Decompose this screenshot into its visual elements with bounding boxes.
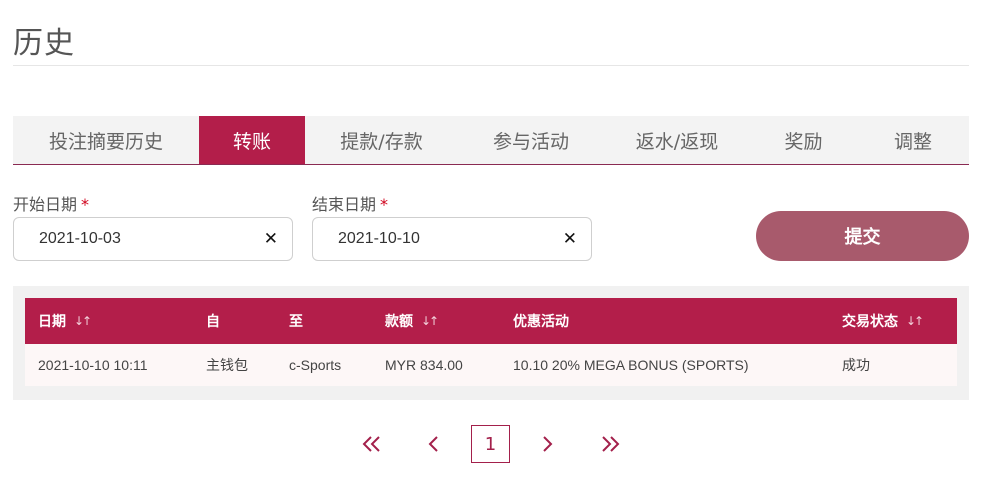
- required-mark: *: [380, 195, 389, 214]
- start-date-input[interactable]: [39, 230, 239, 248]
- end-date-field[interactable]: ✕: [312, 217, 592, 261]
- cell-status: 成功: [842, 357, 870, 373]
- column-header-to: 至: [289, 314, 303, 330]
- cell-from: 主钱包: [206, 357, 248, 373]
- chevron-right-icon[interactable]: [537, 425, 559, 463]
- sort-icon[interactable]: ↓↑: [74, 314, 92, 328]
- column-header-date[interactable]: 日期 ↓↑: [38, 298, 92, 344]
- page-title: 历史: [13, 26, 75, 61]
- tab-rebate-cashback[interactable]: 返水/返现: [604, 116, 750, 164]
- cell-to: c-Sports: [289, 357, 342, 373]
- tab-transfer[interactable]: 转账: [199, 116, 305, 164]
- required-mark: *: [81, 195, 90, 214]
- close-icon[interactable]: ✕: [563, 229, 577, 249]
- double-chevron-left-icon[interactable]: [358, 425, 386, 463]
- page-number-current[interactable]: 1: [471, 425, 510, 463]
- end-date-label: 结束日期 *: [312, 195, 389, 214]
- cell-promotion: 10.10 20% MEGA BONUS (SPORTS): [513, 357, 749, 373]
- sort-icon[interactable]: ↓↑: [906, 314, 924, 328]
- table-header: 日期 ↓↑ 自 至 款额 ↓↑ 优惠活动 交易状态 ↓↑: [25, 298, 957, 344]
- column-header-from: 自: [206, 314, 220, 330]
- close-icon[interactable]: ✕: [264, 229, 278, 249]
- column-header-amount[interactable]: 款额 ↓↑: [385, 298, 439, 344]
- cell-amount: MYR 834.00: [385, 357, 463, 373]
- submit-button[interactable]: 提交: [756, 211, 969, 261]
- table-row: 2021-10-10 10:11 主钱包 c-Sports MYR 834.00…: [25, 344, 957, 386]
- tab-bet-summary[interactable]: 投注摘要历史: [13, 116, 199, 164]
- start-date-field[interactable]: ✕: [13, 217, 293, 261]
- tab-adjustments[interactable]: 调整: [857, 116, 969, 164]
- start-date-label: 开始日期 *: [13, 195, 90, 214]
- cell-date: 2021-10-10 10:11: [38, 357, 148, 373]
- sort-icon[interactable]: ↓↑: [421, 314, 439, 328]
- tab-withdraw-deposit[interactable]: 提款/存款: [305, 116, 458, 164]
- end-date-input[interactable]: [338, 230, 538, 248]
- tab-promotions[interactable]: 参与活动: [458, 116, 604, 164]
- column-header-status[interactable]: 交易状态 ↓↑: [842, 298, 924, 344]
- transfer-table: 日期 ↓↑ 自 至 款额 ↓↑ 优惠活动 交易状态 ↓↑ 2021-10-10 10:…: [13, 286, 969, 400]
- column-header-promotion: 优惠活动: [513, 314, 569, 330]
- pagination: 1: [0, 425, 984, 463]
- tab-rewards[interactable]: 奖励: [750, 116, 857, 164]
- title-divider: [13, 65, 969, 66]
- double-chevron-right-icon[interactable]: [596, 425, 624, 463]
- chevron-left-icon[interactable]: [422, 425, 444, 463]
- history-tabs: 投注摘要历史 转账 提款/存款 参与活动 返水/返现 奖励 调整: [13, 116, 969, 165]
